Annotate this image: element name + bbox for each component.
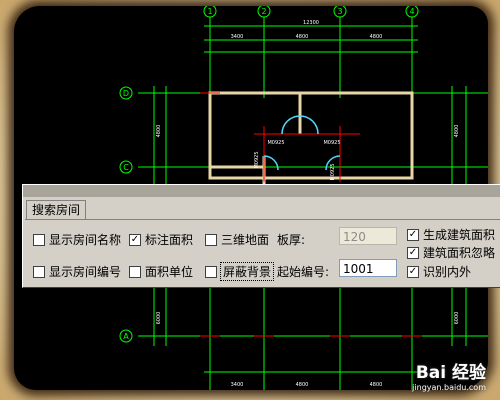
slab-thickness-input[interactable]: 120 <box>339 227 397 245</box>
dim-right-lower: 6000 <box>454 312 460 325</box>
ignore-building-area-checkbox[interactable]: ✓ 建筑面积忽略 <box>407 244 495 261</box>
grid-label-2: 2 <box>261 7 266 16</box>
identify-in-out-checkbox[interactable]: ✓ 识别内外 <box>407 263 471 280</box>
grid-label-D: D <box>123 89 129 98</box>
grid-label-4: 4 <box>409 7 414 16</box>
watermark-brand: Bai 经验 <box>415 363 486 383</box>
door-label: M0925 <box>330 163 336 180</box>
dialog-titlebar[interactable] <box>23 185 500 197</box>
checkbox-label: 屏蔽背景 <box>219 262 275 281</box>
checkbox-box[interactable] <box>33 265 45 278</box>
dim-top-seg1: 3400 <box>231 34 244 40</box>
search-room-dialog: 搜索房间 显示房间名称 ✓ 标注面积 三维地面 板厚: 120 ✓ 生成建筑面积… <box>22 184 500 288</box>
tab-search-room[interactable]: 搜索房间 <box>26 200 87 220</box>
grid-label-A: A <box>123 332 129 341</box>
show-room-name-checkbox[interactable]: 显示房间名称 <box>33 231 121 248</box>
gen-building-area-checkbox[interactable]: ✓ 生成建筑面积 <box>407 226 495 243</box>
checkbox-box[interactable]: ✓ <box>407 228 419 241</box>
show-room-number-checkbox[interactable]: 显示房间编号 <box>33 263 121 280</box>
dim-bottom-seg1: 3400 <box>231 382 244 388</box>
mark-area-checkbox[interactable]: ✓ 标注面积 <box>129 231 193 248</box>
checkbox-label: 建筑面积忽略 <box>423 246 496 260</box>
door-label: M0925 <box>254 151 260 168</box>
dim-left-upper: 4800 <box>156 125 162 138</box>
slab-thickness-label: 板厚: <box>277 233 306 247</box>
checkbox-label: 面积单位 <box>145 265 194 279</box>
start-number-input[interactable]: 1001 <box>339 259 397 277</box>
checkbox-label: 标注面积 <box>145 233 194 247</box>
dim-bottom-seg3: 4800 <box>370 382 383 388</box>
watermark-url: jingyan.baidu.com <box>412 383 486 392</box>
grid-label-C: C <box>123 163 129 172</box>
checkbox-label: 识别内外 <box>423 265 472 279</box>
area-unit-checkbox[interactable]: 面积单位 <box>129 263 193 280</box>
dim-top-seg3: 4800 <box>370 34 383 40</box>
baidu-jingyan-watermark: Bai 经验 jingyan.baidu.com <box>412 358 486 392</box>
mask-background-checkbox[interactable]: 屏蔽背景 <box>205 262 275 281</box>
checkbox-box[interactable]: ✓ <box>407 265 419 278</box>
checkbox-box[interactable] <box>33 233 45 246</box>
checkbox-box[interactable] <box>205 233 217 246</box>
dim-left-lower: 6000 <box>156 312 162 325</box>
dialog-options-panel: 显示房间名称 ✓ 标注面积 三维地面 板厚: 120 ✓ 生成建筑面积 显示房间… <box>25 219 500 286</box>
checkbox-box[interactable] <box>129 265 141 278</box>
checkbox-box[interactable]: ✓ <box>407 246 419 259</box>
grid-label-1: 1 <box>207 7 212 16</box>
checkbox-box[interactable]: ✓ <box>129 233 141 246</box>
checkbox-box[interactable] <box>205 265 217 278</box>
3d-floor-checkbox[interactable]: 三维地面 <box>205 231 269 248</box>
dim-top-seg2: 4800 <box>296 34 309 40</box>
checkbox-label: 显示房间编号 <box>49 265 122 279</box>
door-label: M0925 <box>267 140 284 146</box>
grid-label-3: 3 <box>337 7 342 16</box>
checkbox-label: 显示房间名称 <box>49 233 122 247</box>
checkbox-label: 三维地面 <box>221 233 270 247</box>
dim-right-upper: 4800 <box>454 125 460 138</box>
dim-bottom-seg2: 4800 <box>296 382 309 388</box>
start-number-label: 起始编号: <box>277 265 330 279</box>
checkbox-label: 生成建筑面积 <box>423 228 496 242</box>
door-label: M0925 <box>323 140 340 146</box>
dim-top-total: 12300 <box>303 20 319 26</box>
